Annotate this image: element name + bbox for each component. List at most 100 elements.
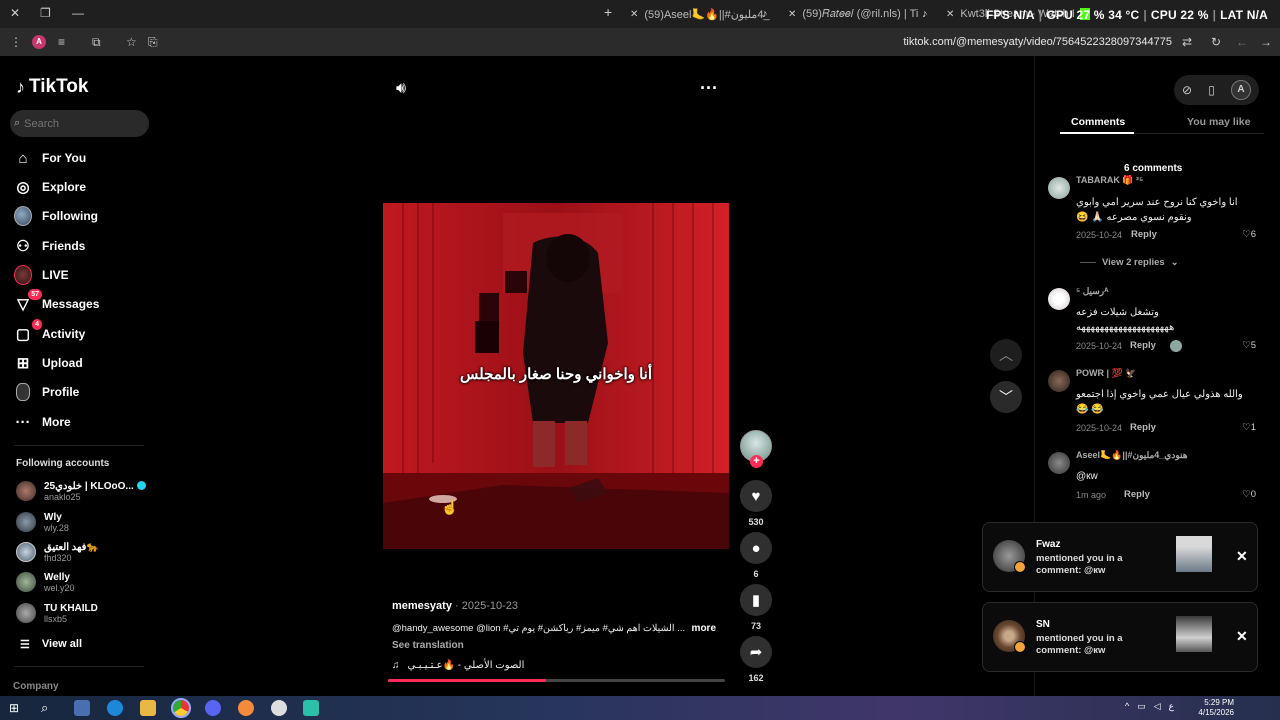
search-icon[interactable]: ⌕ (41, 700, 57, 716)
share-action[interactable]: ➦ 162 (740, 636, 772, 683)
tab-close-icon[interactable]: ✕ (946, 9, 954, 20)
comment-like[interactable]: ♡5 (1242, 340, 1256, 351)
device-icon[interactable]: ▯ (1208, 83, 1215, 97)
reading-list-icon[interactable]: ≡ (58, 35, 65, 49)
nav-explore[interactable]: ◎ Explore (14, 175, 154, 199)
nav-live[interactable]: LIVE (14, 263, 154, 287)
previous-video-button[interactable]: ︿ (990, 339, 1022, 371)
following-account[interactable]: فهد العتيق🐆 fhd320 (16, 539, 156, 565)
menu-dots-icon[interactable]: ⋮ (10, 35, 22, 49)
comment-like[interactable]: ♡6 (1242, 229, 1256, 240)
app-icon[interactable] (303, 700, 319, 716)
chrome-icon[interactable] (171, 698, 191, 718)
user-avatar[interactable]: A (1230, 80, 1251, 100)
search-input[interactable] (24, 117, 135, 130)
avatar[interactable] (1048, 452, 1070, 474)
forward-icon[interactable]: ← (1236, 35, 1248, 49)
following-account[interactable]: TU KHAILD llsxb5 (16, 600, 156, 626)
search-box[interactable]: ⌕ (10, 110, 149, 137)
like-action[interactable]: ♥ 530 (740, 480, 772, 527)
comment-like[interactable]: ♡1 (1242, 422, 1256, 433)
nav-following[interactable]: Following (14, 204, 154, 228)
follow-plus-icon[interactable]: + (750, 455, 763, 468)
nav-messages[interactable]: ▽ 57 Messages (14, 289, 154, 316)
profile-avatar[interactable]: A (32, 35, 46, 49)
comment-author[interactable]: TABARAK 🎁 ²⁵ (1076, 175, 1143, 186)
back-icon[interactable]: → (1260, 35, 1272, 49)
video-player[interactable]: أنا واخواني وحنا صغار بالمجلس ☝ (383, 203, 729, 549)
following-account[interactable]: Wly wly.28 (16, 509, 156, 535)
tab-close-icon[interactable]: ✕ (630, 9, 638, 20)
nav-for-you[interactable]: ⌂ For You (14, 146, 154, 170)
window-restore-icon[interactable]: ❐ (40, 6, 51, 20)
nav-profile[interactable]: Profile (14, 380, 154, 404)
following-account[interactable]: Welly wel.y20 (16, 569, 156, 595)
reply-button[interactable]: Reply (1131, 229, 1157, 240)
tab-you-may-like[interactable]: You may like (1187, 116, 1250, 128)
reply-button[interactable]: Reply (1124, 489, 1150, 500)
browser-tab[interactable]: ✕ (59)Aseel🦶🔥||#هنودي_4مليون (630, 4, 770, 24)
tiktok-logo[interactable]: ♪ TikTok (16, 76, 88, 98)
clock[interactable]: 5:29 PM 4/15/2026 (1198, 698, 1234, 718)
close-icon[interactable]: ✕ (1236, 628, 1248, 645)
video-progress-bar[interactable] (388, 679, 725, 682)
app-icon[interactable] (238, 700, 254, 716)
nav-activity[interactable]: ▢ 4 Activity (14, 319, 154, 346)
volume-icon[interactable]: ◁ (1154, 701, 1161, 712)
settings-icon[interactable] (271, 700, 287, 716)
tab-close-icon[interactable]: ✕ (788, 9, 796, 20)
new-tab-button[interactable]: + (604, 4, 612, 20)
browser-tab[interactable]: ✕ (59)𝑅𝑎𝑡𝑒𝑒𝑙 (@ril.nls) | TikTok (788, 4, 918, 24)
site-settings-icon[interactable]: ⇄ (1182, 35, 1192, 49)
comment-like[interactable]: ♡0 (1242, 489, 1256, 500)
heart-icon[interactable]: ♥ (740, 480, 772, 512)
start-icon[interactable]: ⊞ (9, 700, 25, 716)
view-all-link[interactable]: ☰ View all (20, 638, 82, 651)
discord-icon[interactable] (205, 700, 221, 716)
language-indicator[interactable]: ع (1169, 701, 1174, 712)
comment-author[interactable]: رسيل ⁵ᴬ (1076, 286, 1109, 297)
reply-button[interactable]: Reply (1130, 340, 1156, 351)
screenshot-icon[interactable]: ⎘ (148, 35, 158, 50)
avatar[interactable] (1048, 177, 1070, 199)
nav-upload[interactable]: ⊞ Upload (14, 351, 154, 375)
comment-action[interactable]: ● 6 (740, 532, 772, 579)
file-explorer-icon[interactable] (140, 700, 156, 716)
avatar[interactable] (1048, 370, 1070, 392)
nav-friends[interactable]: ⚇ Friends (14, 234, 154, 258)
address-bar-url[interactable]: tiktok.com/@memesyaty/video/756452232809… (903, 36, 1172, 48)
bookmark-star-icon[interactable]: ☆ (126, 35, 137, 49)
network-icon[interactable]: ▭ (1137, 701, 1146, 712)
view-replies-button[interactable]: View 2 replies ⌄ (1080, 257, 1179, 268)
notification-toast[interactable]: Fwaz mentioned you in a comment: @кw ✕ (982, 522, 1258, 592)
notification-toast[interactable]: SN mentioned you in a comment: @кw ✕ (982, 602, 1258, 672)
avatar[interactable] (1048, 288, 1070, 310)
reply-button[interactable]: Reply (1130, 422, 1156, 433)
video-author[interactable]: memesyaty · 2025-10-23 (392, 600, 518, 612)
chevron-up-icon[interactable]: ^ (1125, 701, 1129, 712)
more-options-icon[interactable]: ··· (700, 78, 718, 99)
more-link[interactable]: more (687, 623, 716, 634)
task-view-icon[interactable] (74, 700, 90, 716)
volume-icon[interactable]: 🔊︎ (396, 80, 406, 98)
comment-author[interactable]: POWR | 💯 🦅 (1076, 368, 1136, 379)
window-close-icon[interactable]: ✕ (10, 6, 20, 20)
bookmark-icon[interactable]: ▮ (740, 584, 772, 616)
see-translation-link[interactable]: See translation (392, 640, 464, 651)
extensions-icon[interactable]: ⧉ (92, 35, 101, 50)
music-info[interactable]: ♫ الصوت الأصلي - 🔥عـتـيـبـي (392, 660, 524, 671)
comment-bubble-icon[interactable]: ● (740, 532, 772, 564)
edge-icon[interactable] (107, 700, 123, 716)
nav-more[interactable]: ··· More (14, 410, 154, 434)
compass-icon[interactable]: ⊘ (1182, 83, 1192, 97)
company-link[interactable]: Company (13, 681, 59, 692)
share-arrow-icon[interactable]: ➦ (740, 636, 772, 668)
tab-comments[interactable]: Comments (1071, 116, 1125, 128)
save-action[interactable]: ▮ 73 (740, 584, 772, 631)
following-account[interactable]: 25خلودي | KLOoO... anaklo25 (16, 478, 156, 504)
reload-icon[interactable]: ↻ (1211, 35, 1221, 49)
window-minimize-icon[interactable]: — (72, 6, 84, 20)
close-icon[interactable]: ✕ (1236, 548, 1248, 565)
comment-author[interactable]: Aseel🦶🔥||#هنودي_4مليون (1076, 450, 1187, 461)
next-video-button[interactable]: ﹀ (990, 381, 1022, 413)
